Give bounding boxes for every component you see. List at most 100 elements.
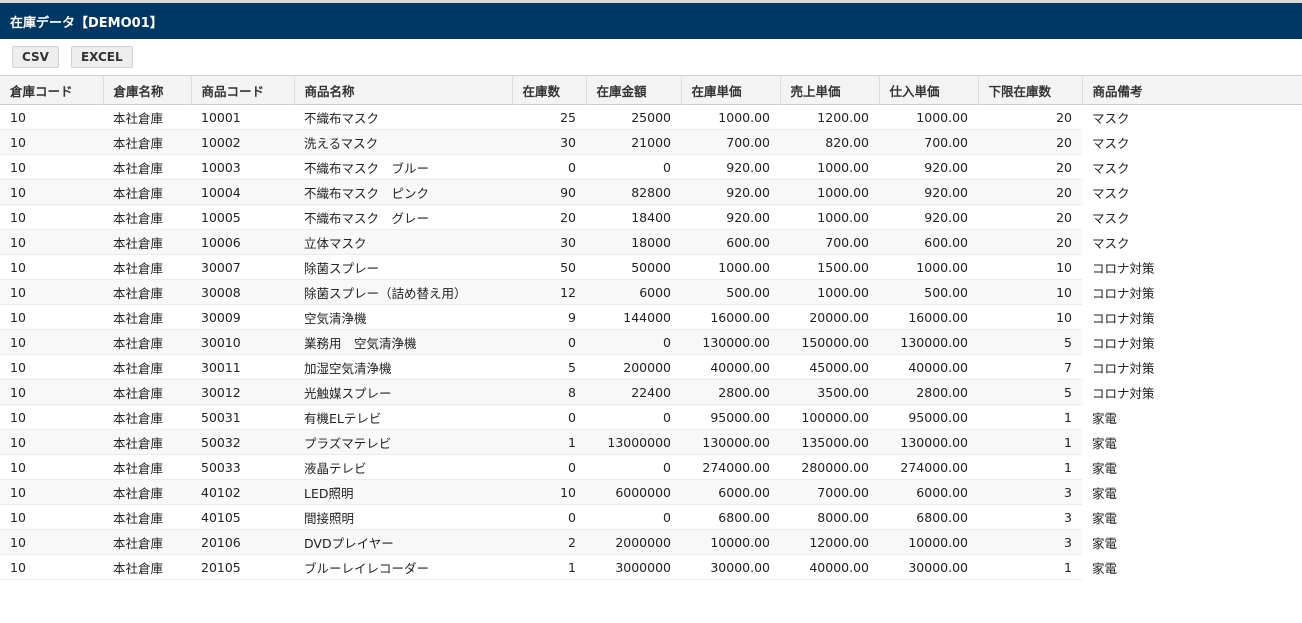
table-row[interactable]: 10 本社倉庫 30010 業務用 空気清浄機 0 0 130000.00 150000.00… (0, 329, 1302, 355)
table-cell: 3 (978, 504, 1082, 530)
table-cell: 除菌スプレー (294, 254, 512, 280)
table-row[interactable]: 10 本社倉庫 30009 空気清浄機 9 144000 16000.00 20000.00 1… (0, 304, 1302, 330)
table-cell: 50033 (191, 454, 294, 480)
table-row[interactable]: 10 本社倉庫 40105 間接照明 0 0 6800.00 8000.00 6800.00 3 家… (0, 504, 1302, 530)
table-cell: 820.00 (780, 129, 879, 155)
header-stock-qty[interactable]: 在庫数 (512, 75, 587, 105)
table-row[interactable]: 10 本社倉庫 30012 光触媒スプレー 8 22400 2800.00 3500.00 28… (0, 379, 1302, 405)
table-cell: 10 (0, 204, 103, 230)
csv-export-button[interactable]: CSV (12, 46, 59, 68)
table-cell: 150000.00 (780, 329, 879, 355)
header-warehouse-code[interactable]: 倉庫コード (0, 75, 104, 105)
table-row[interactable]: 10 本社倉庫 10006 立体マスク 30 18000 600.00 700.00 600.0… (0, 229, 1302, 255)
table-row[interactable]: 10 本社倉庫 20105 ブルーレイレコーダー 1 3000000 30000.00 400… (0, 554, 1302, 580)
table-cell: 7000.00 (780, 479, 879, 505)
table-cell: コロナ対策 (1082, 304, 1302, 330)
table-cell: 0 (512, 504, 586, 530)
table-row[interactable]: 10 本社倉庫 30007 除菌スプレー 50 50000 1000.00 1500.00 10… (0, 254, 1302, 280)
table-header-row: 倉庫コード 倉庫名称 商品コード 商品名称 在庫数 在庫金額 在庫単価 売上単価 仕入単価 下限在… (0, 75, 1302, 105)
table-row[interactable]: 10 本社倉庫 30011 加湿空気清浄機 5 200000 40000.00 45000.0… (0, 354, 1302, 380)
header-product-code[interactable]: 商品コード (191, 75, 295, 105)
table-cell: 9 (512, 304, 586, 330)
table-cell: 8000.00 (780, 504, 879, 530)
table-cell: 10 (0, 354, 103, 380)
header-stock-amount[interactable]: 在庫金額 (586, 75, 682, 105)
table-row[interactable]: 10 本社倉庫 40102 LED照明 10 6000000 6000.00 7000.00 6… (0, 479, 1302, 505)
table-cell: 700.00 (780, 229, 879, 255)
table-row[interactable]: 10 本社倉庫 50032 プラズマテレビ 1 13000000 130000.00 1350… (0, 429, 1302, 455)
table-cell: 加湿空気清浄機 (294, 354, 512, 380)
table-cell: 0 (586, 154, 681, 180)
table-cell: マスク (1082, 104, 1302, 130)
table-cell: 45000.00 (780, 354, 879, 380)
table-cell: 16000.00 (681, 304, 780, 330)
table-row[interactable]: 10 本社倉庫 10002 洗えるマスク 30 21000 700.00 820.00 700.… (0, 129, 1302, 155)
table-cell: 家電 (1082, 529, 1302, 555)
table-cell: 500.00 (681, 279, 780, 305)
table-cell: 0 (586, 454, 681, 480)
table-cell: 本社倉庫 (103, 229, 191, 255)
table-cell: 30011 (191, 354, 294, 380)
excel-export-button[interactable]: EXCEL (70, 46, 133, 68)
table-row[interactable]: 10 本社倉庫 50033 液晶テレビ 0 0 274000.00 280000.00 2740… (0, 454, 1302, 480)
table-cell: 2000000 (586, 529, 681, 555)
table-cell: 25 (512, 104, 586, 130)
header-stock-unit-price[interactable]: 在庫単価 (681, 75, 781, 105)
table-cell: 40000.00 (681, 354, 780, 380)
table-cell: 光触媒スプレー (294, 379, 512, 405)
table-row[interactable]: 10 本社倉庫 10001 不織布マスク 25 25000 1000.00 1200.00 10… (0, 104, 1302, 130)
table-cell: 30007 (191, 254, 294, 280)
table-cell: 除菌スプレー（詰め替え用） (294, 279, 512, 305)
table-row[interactable]: 10 本社倉庫 50031 有機ELテレビ 0 0 95000.00 100000.00 950… (0, 404, 1302, 430)
table-row[interactable]: 10 本社倉庫 30008 除菌スプレー（詰め替え用） 12 6000 500.00 1000… (0, 279, 1302, 305)
table-cell: 0 (512, 454, 586, 480)
table-cell: 700.00 (681, 129, 780, 155)
table-row[interactable]: 10 本社倉庫 10003 不織布マスク ブルー 0 0 920.00 1000.00 920.… (0, 154, 1302, 180)
table-cell: 144000 (586, 304, 681, 330)
table-row[interactable]: 10 本社倉庫 10004 不織布マスク ピンク 90 82800 920.00 1000.0… (0, 179, 1302, 205)
table-cell: 10 (0, 154, 103, 180)
header-purchase-unit-price[interactable]: 仕入単価 (879, 75, 979, 105)
table-cell: 本社倉庫 (103, 479, 191, 505)
table-cell: 1000.00 (780, 154, 879, 180)
table-cell: 920.00 (681, 154, 780, 180)
table-cell: 274000.00 (681, 454, 780, 480)
table-cell: 920.00 (681, 204, 780, 230)
header-sales-unit-price[interactable]: 売上単価 (780, 75, 880, 105)
table-cell: 本社倉庫 (103, 404, 191, 430)
table-cell: 6000 (586, 279, 681, 305)
table-cell: 40000.00 (780, 554, 879, 580)
table-cell: 200000 (586, 354, 681, 380)
table-cell: 95000.00 (681, 404, 780, 430)
table-row[interactable]: 10 本社倉庫 10005 不織布マスク グレー 20 18400 920.00 1000.0… (0, 204, 1302, 230)
table-cell: マスク (1082, 129, 1302, 155)
header-min-stock-qty[interactable]: 下限在庫数 (978, 75, 1083, 105)
table-cell: 1000.00 (879, 254, 978, 280)
table-cell: コロナ対策 (1082, 329, 1302, 355)
table-cell: 10 (0, 254, 103, 280)
table-cell: 920.00 (879, 179, 978, 205)
table-cell: 本社倉庫 (103, 279, 191, 305)
table-cell: 40105 (191, 504, 294, 530)
table-row[interactable]: 10 本社倉庫 20106 DVDプレイヤー 2 2000000 10000.00 12000… (0, 529, 1302, 555)
table-cell: 50 (512, 254, 586, 280)
table-cell: 20000.00 (780, 304, 879, 330)
table-cell: 10 (0, 104, 103, 130)
table-cell: 家電 (1082, 479, 1302, 505)
table-cell: 100000.00 (780, 404, 879, 430)
table-cell: 洗えるマスク (294, 129, 512, 155)
header-product-note[interactable]: 商品備考 (1082, 76, 1302, 105)
table-cell: 280000.00 (780, 454, 879, 480)
header-product-name[interactable]: 商品名称 (294, 75, 513, 105)
table-cell: 10 (0, 179, 103, 205)
table-cell: 8 (512, 379, 586, 405)
header-warehouse-name[interactable]: 倉庫名称 (103, 75, 192, 105)
table-cell: 10 (0, 379, 103, 405)
table-cell: 1 (978, 429, 1082, 455)
table-cell: 10 (0, 554, 103, 580)
table-cell: 135000.00 (780, 429, 879, 455)
table-cell: 不織布マスク (294, 104, 512, 130)
table-cell: 1000.00 (780, 179, 879, 205)
table-cell: 6000.00 (681, 479, 780, 505)
inventory-table: 倉庫コード 倉庫名称 商品コード 商品名称 在庫数 在庫金額 在庫単価 売上単価 仕入単価 下限在… (0, 75, 1302, 580)
